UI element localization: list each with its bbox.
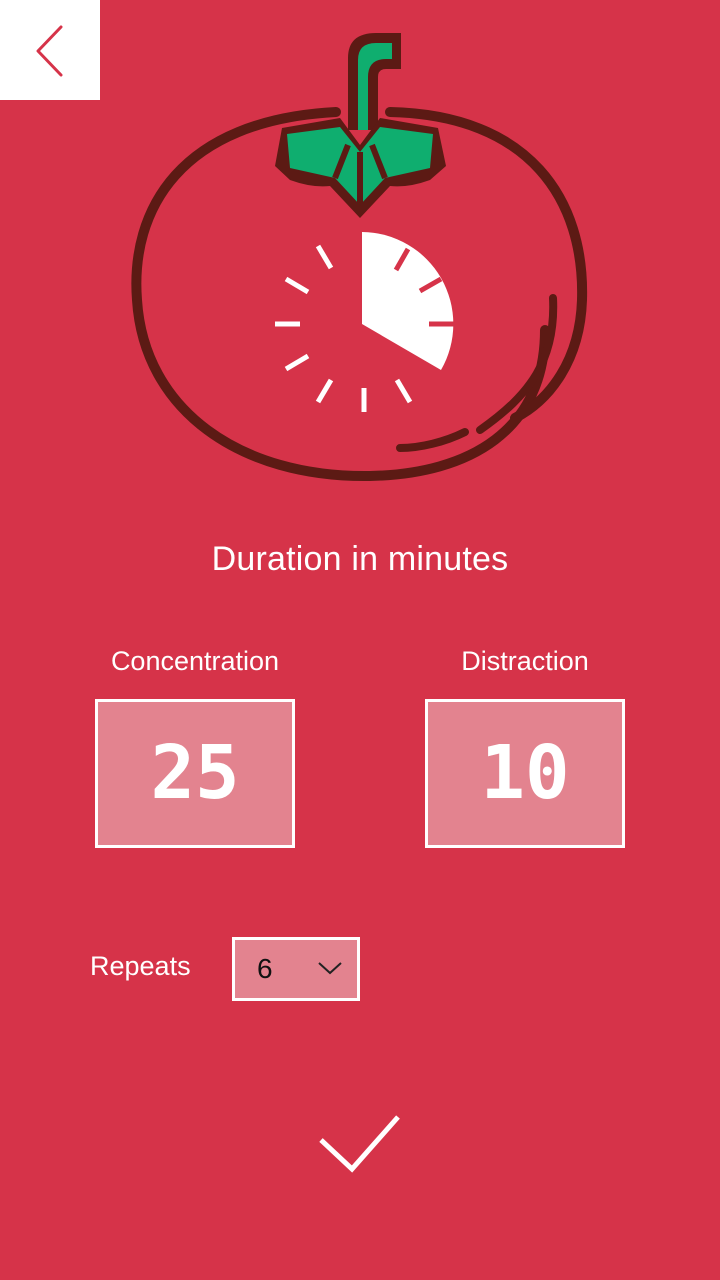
concentration-label: Concentration: [110, 646, 280, 676]
distraction-input[interactable]: 10: [425, 699, 625, 848]
distraction-label: Distraction: [461, 646, 589, 676]
concentration-input[interactable]: 25: [95, 699, 295, 848]
concentration-value: 25: [150, 730, 239, 816]
checkmark-icon: [319, 1115, 400, 1173]
repeats-select[interactable]: 6: [232, 937, 360, 1001]
distraction-value: 10: [480, 730, 569, 816]
repeats-label: Repeats: [90, 951, 191, 981]
back-button[interactable]: [0, 0, 100, 100]
chevron-down-icon: [318, 962, 342, 975]
confirm-button[interactable]: [315, 1105, 405, 1180]
chevron-left-icon: [36, 25, 63, 77]
svg-text:25: 25: [150, 730, 239, 816]
svg-text:10: 10: [480, 730, 569, 816]
tomato-timer-icon: [131, 33, 588, 482]
duration-title: Duration in minutes: [211, 540, 509, 578]
repeats-value: 6: [257, 953, 273, 984]
